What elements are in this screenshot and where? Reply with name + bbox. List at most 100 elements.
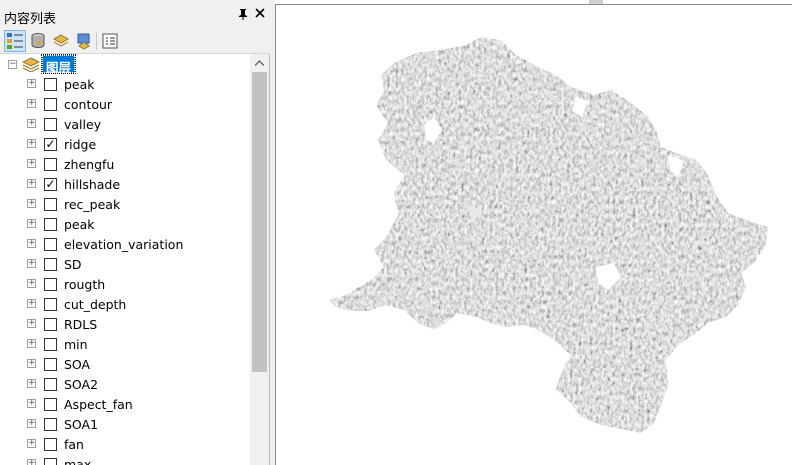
layer-visibility-checkbox[interactable] <box>44 418 57 431</box>
collapse-icon[interactable]: − <box>8 60 17 69</box>
layer-row[interactable]: + RDLS <box>0 314 250 334</box>
layer-name[interactable]: SOA2 <box>64 377 98 392</box>
layer-name[interactable]: valley <box>64 117 101 132</box>
layer-name[interactable]: rec_peak <box>64 197 120 212</box>
layer-row[interactable]: + SOA2 <box>0 374 250 394</box>
layer-visibility-checkbox[interactable] <box>44 338 57 351</box>
options-button[interactable] <box>99 30 121 52</box>
layer-visibility-checkbox[interactable] <box>44 158 57 171</box>
layer-row[interactable]: + SD <box>0 254 250 274</box>
layer-name[interactable]: RDLS <box>64 317 97 332</box>
expand-icon[interactable]: + <box>27 279 36 288</box>
layer-row[interactable]: + contour <box>0 94 250 114</box>
layer-visibility-checkbox[interactable] <box>44 298 57 311</box>
expand-icon[interactable]: + <box>27 419 36 428</box>
list-by-visibility-icon <box>52 34 70 47</box>
layer-visibility-checkbox[interactable] <box>44 458 57 465</box>
expand-icon[interactable]: + <box>27 139 36 148</box>
expand-icon[interactable]: + <box>27 179 36 188</box>
layer-row[interactable]: + peak <box>0 214 250 234</box>
expand-icon[interactable]: + <box>27 399 36 408</box>
layer-row[interactable]: + min <box>0 334 250 354</box>
list-by-drawing-order-icon <box>7 33 23 49</box>
layer-visibility-checkbox[interactable] <box>44 118 57 131</box>
layer-name[interactable]: min <box>64 337 88 352</box>
layer-name[interactable]: contour <box>64 97 112 112</box>
layers-root[interactable]: − 图层 <box>0 54 250 75</box>
layer-name[interactable]: SD <box>64 257 82 272</box>
vertical-scrollbar[interactable] <box>250 54 269 465</box>
layer-visibility-checkbox[interactable] <box>44 398 57 411</box>
expand-icon[interactable]: + <box>27 299 36 308</box>
layer-name[interactable]: Aspect_fan <box>64 397 133 412</box>
layer-row[interactable]: + max <box>0 454 250 465</box>
expand-icon[interactable]: + <box>27 459 36 465</box>
layer-name[interactable]: elevation_variation <box>64 237 183 252</box>
layer-row[interactable]: + SOA <box>0 354 250 374</box>
expand-icon[interactable]: + <box>27 339 36 348</box>
layer-visibility-checkbox[interactable]: ✓ <box>44 138 57 151</box>
expand-icon[interactable]: + <box>27 379 36 388</box>
layer-row[interactable]: + ✓ ridge <box>0 134 250 154</box>
pin-icon[interactable] <box>237 8 249 20</box>
layer-visibility-checkbox[interactable] <box>44 258 57 271</box>
list-by-source-button[interactable] <box>27 30 49 52</box>
map-view[interactable] <box>275 4 792 465</box>
layer-name[interactable]: max <box>64 457 91 465</box>
layer-row[interactable]: + rougth <box>0 274 250 294</box>
expand-icon[interactable]: + <box>27 359 36 368</box>
layer-visibility-checkbox[interactable] <box>44 318 57 331</box>
layer-visibility-checkbox[interactable] <box>44 378 57 391</box>
layer-visibility-checkbox[interactable] <box>44 358 57 371</box>
layer-row[interactable]: + peak <box>0 74 250 94</box>
layer-visibility-checkbox[interactable] <box>44 78 57 91</box>
close-icon[interactable] <box>254 7 266 21</box>
layers-icon <box>22 57 40 72</box>
layer-name[interactable]: SOA1 <box>64 417 98 432</box>
layer-row[interactable]: + fan <box>0 434 250 454</box>
list-by-source-icon <box>31 33 45 49</box>
layer-row[interactable]: + SOA1 <box>0 414 250 434</box>
layer-name[interactable]: zhengfu <box>64 157 114 172</box>
layer-visibility-checkbox[interactable] <box>44 218 57 231</box>
layer-name[interactable]: peak <box>64 77 95 92</box>
layer-row[interactable]: + valley <box>0 114 250 134</box>
layer-row[interactable]: + cut_depth <box>0 294 250 314</box>
layer-name[interactable]: hillshade <box>64 177 120 192</box>
expand-icon[interactable]: + <box>27 259 36 268</box>
expand-icon[interactable]: + <box>27 99 36 108</box>
toc-title-bar: 内容列表 <box>0 0 270 28</box>
layer-name[interactable]: rougth <box>64 277 105 292</box>
layer-name[interactable]: ridge <box>64 137 96 152</box>
layer-name[interactable]: cut_depth <box>64 297 126 312</box>
layer-row[interactable]: + Aspect_fan <box>0 394 250 414</box>
layer-row[interactable]: + zhengfu <box>0 154 250 174</box>
scroll-up-arrow-icon[interactable] <box>250 54 269 71</box>
layer-name[interactable]: peak <box>64 217 95 232</box>
layer-visibility-checkbox[interactable] <box>44 438 57 451</box>
list-by-selection-button[interactable] <box>73 30 95 52</box>
list-by-drawing-order-button[interactable] <box>4 30 26 52</box>
layer-row[interactable]: + rec_peak <box>0 194 250 214</box>
layer-visibility-checkbox[interactable] <box>44 278 57 291</box>
list-by-visibility-button[interactable] <box>50 30 72 52</box>
expand-icon[interactable]: + <box>27 79 36 88</box>
layer-visibility-checkbox[interactable] <box>44 198 57 211</box>
expand-icon[interactable]: + <box>27 159 36 168</box>
expand-icon[interactable]: + <box>27 239 36 248</box>
layers-root-label[interactable]: 图层 <box>40 54 77 75</box>
layer-row[interactable]: + elevation_variation <box>0 234 250 254</box>
expand-icon[interactable]: + <box>27 319 36 328</box>
expand-icon[interactable]: + <box>27 219 36 228</box>
layer-row[interactable]: + ✓ hillshade <box>0 174 250 194</box>
scrollbar-thumb[interactable] <box>252 72 267 372</box>
layer-visibility-checkbox[interactable] <box>44 98 57 111</box>
layer-name[interactable]: SOA <box>64 357 90 372</box>
expand-icon[interactable]: + <box>27 199 36 208</box>
layer-visibility-checkbox[interactable] <box>44 238 57 251</box>
expand-icon[interactable]: + <box>27 119 36 128</box>
layer-name[interactable]: fan <box>64 437 84 452</box>
expand-icon[interactable]: + <box>27 439 36 448</box>
options-icon <box>102 33 118 49</box>
layer-visibility-checkbox[interactable]: ✓ <box>44 178 57 191</box>
